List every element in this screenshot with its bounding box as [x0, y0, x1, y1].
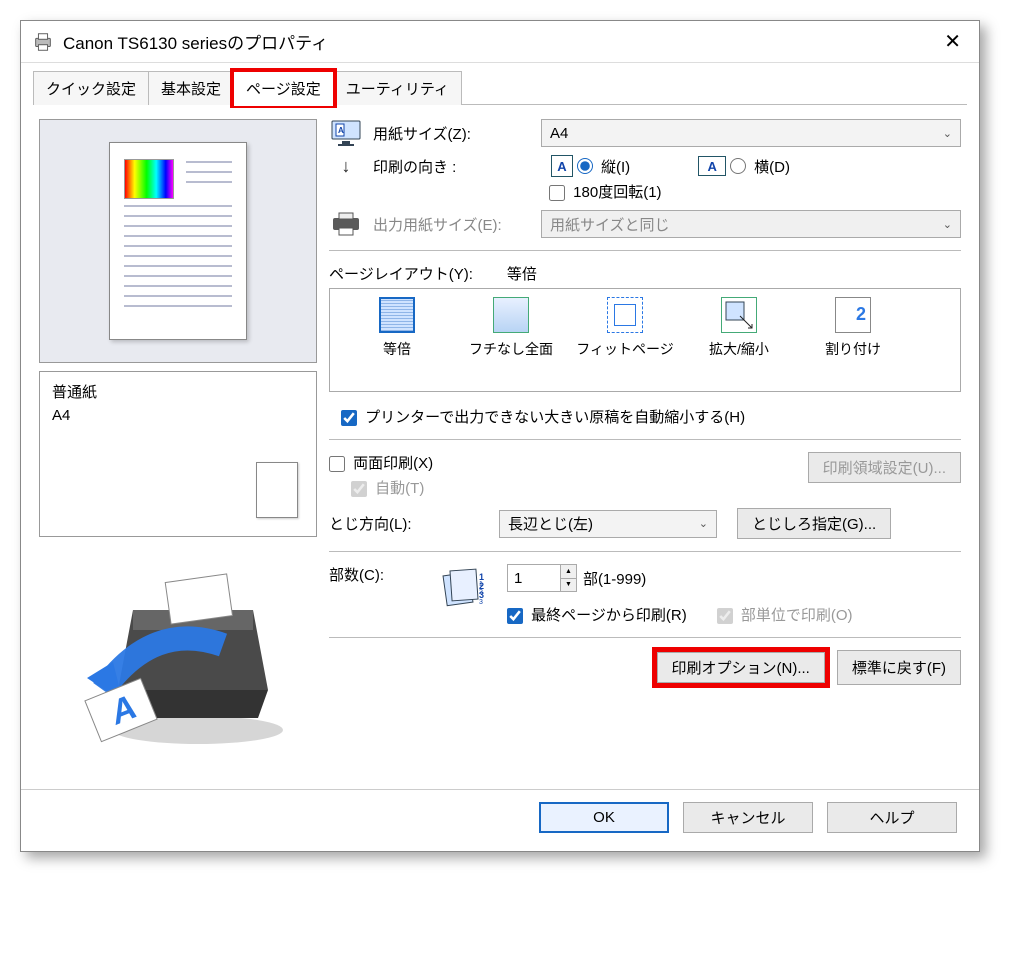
layout-nup[interactable]: 2割り付け: [796, 297, 910, 359]
svg-text:3: 3: [479, 599, 483, 606]
tab-utility[interactable]: ユーティリティ: [333, 71, 462, 105]
paper-size-select[interactable]: A4⌄: [541, 119, 961, 147]
titlebar: Canon TS6130 seriesのプロパティ ✕: [21, 21, 979, 63]
print-area-button: 印刷領域設定(U)...: [808, 452, 961, 483]
svg-text:2: 2: [479, 589, 483, 596]
paper-info-panel: 普通紙 A4: [39, 371, 317, 537]
orientation-portrait[interactable]: A 縦(I): [551, 155, 630, 177]
layout-scaled[interactable]: 拡大/縮小: [682, 297, 796, 359]
copies-spinner[interactable]: ▲▼: [507, 564, 577, 592]
tab-page-setup[interactable]: ページ設定: [233, 71, 334, 105]
svg-text:A: A: [338, 126, 344, 135]
print-from-last-checkbox[interactable]: 最終ページから印刷(R): [507, 604, 687, 625]
layout-fit[interactable]: フィットページ: [568, 297, 682, 359]
orientation-landscape[interactable]: A 横(D): [698, 155, 790, 177]
output-size-label: 出力用紙サイズ(E):: [373, 214, 531, 235]
printer-icon: [31, 31, 55, 53]
page-layout-label: ページレイアウト(Y):: [329, 263, 473, 284]
auto-reduce-checkbox[interactable]: プリンターで出力できない大きい原稿を自動縮小する(H): [341, 406, 745, 427]
tab-quick[interactable]: クイック設定: [33, 71, 149, 105]
close-button[interactable]: ✕: [936, 27, 969, 56]
duplex-checkbox[interactable]: 両面印刷(X): [329, 455, 433, 472]
ok-button[interactable]: OK: [539, 802, 669, 833]
page-layout-selector[interactable]: 等倍 フチなし全面 フィットページ 拡大/縮小 2割り付け: [329, 288, 961, 392]
page-layout-current: 等倍: [507, 263, 537, 284]
copies-label: 部数(C):: [329, 564, 429, 585]
print-options-button[interactable]: 印刷オプション(N)...: [657, 652, 825, 683]
printer-small-icon: [331, 212, 361, 236]
window-title: Canon TS6130 seriesのプロパティ: [63, 29, 328, 54]
tab-basic[interactable]: 基本設定: [148, 71, 234, 105]
mini-paper-icon: [256, 462, 298, 518]
page-preview: [39, 119, 317, 363]
svg-text:1: 1: [479, 581, 483, 588]
binding-select[interactable]: 長辺とじ(左)⌄: [499, 510, 717, 538]
down-arrow-icon: ↓: [342, 156, 351, 177]
layout-borderless[interactable]: フチなし全面: [454, 297, 568, 359]
paper-size-label: 用紙サイズ(Z):: [373, 123, 531, 144]
cancel-button[interactable]: キャンセル: [683, 802, 813, 833]
rainbow-preview-icon: [124, 159, 174, 199]
binding-margin-button[interactable]: とじしろ指定(G)...: [737, 508, 891, 539]
binding-label: とじ方向(L):: [329, 513, 489, 534]
printer-illustration: A: [39, 545, 317, 775]
properties-dialog: Canon TS6130 seriesのプロパティ ✕ クイック設定 基本設定 …: [20, 20, 980, 852]
tab-bar: クイック設定 基本設定 ページ設定 ユーティリティ: [21, 63, 979, 105]
copies-range: 部(1-999): [583, 568, 646, 589]
layout-normal[interactable]: 等倍: [340, 297, 454, 359]
restore-defaults-button[interactable]: 標準に戻す(F): [837, 650, 961, 685]
output-size-select: 用紙サイズと同じ⌄: [541, 210, 961, 238]
rotate-180-checkbox[interactable]: 180度回転(1): [549, 181, 662, 202]
paper-type-text: 普通紙: [52, 382, 304, 405]
orientation-label: 印刷の向き :: [373, 156, 531, 177]
copies-icon: 1 2 3 1 2 3: [439, 564, 487, 612]
dialog-button-bar: OK キャンセル ヘルプ: [21, 789, 979, 851]
tab-content: 普通紙 A4 A: [21, 105, 979, 785]
help-button[interactable]: ヘルプ: [827, 802, 957, 833]
duplex-auto-checkbox: 自動(T): [351, 480, 424, 497]
monitor-icon: A: [331, 120, 361, 146]
collate-checkbox: 部単位で印刷(O): [717, 604, 853, 625]
paper-size-text: A4: [52, 405, 304, 428]
